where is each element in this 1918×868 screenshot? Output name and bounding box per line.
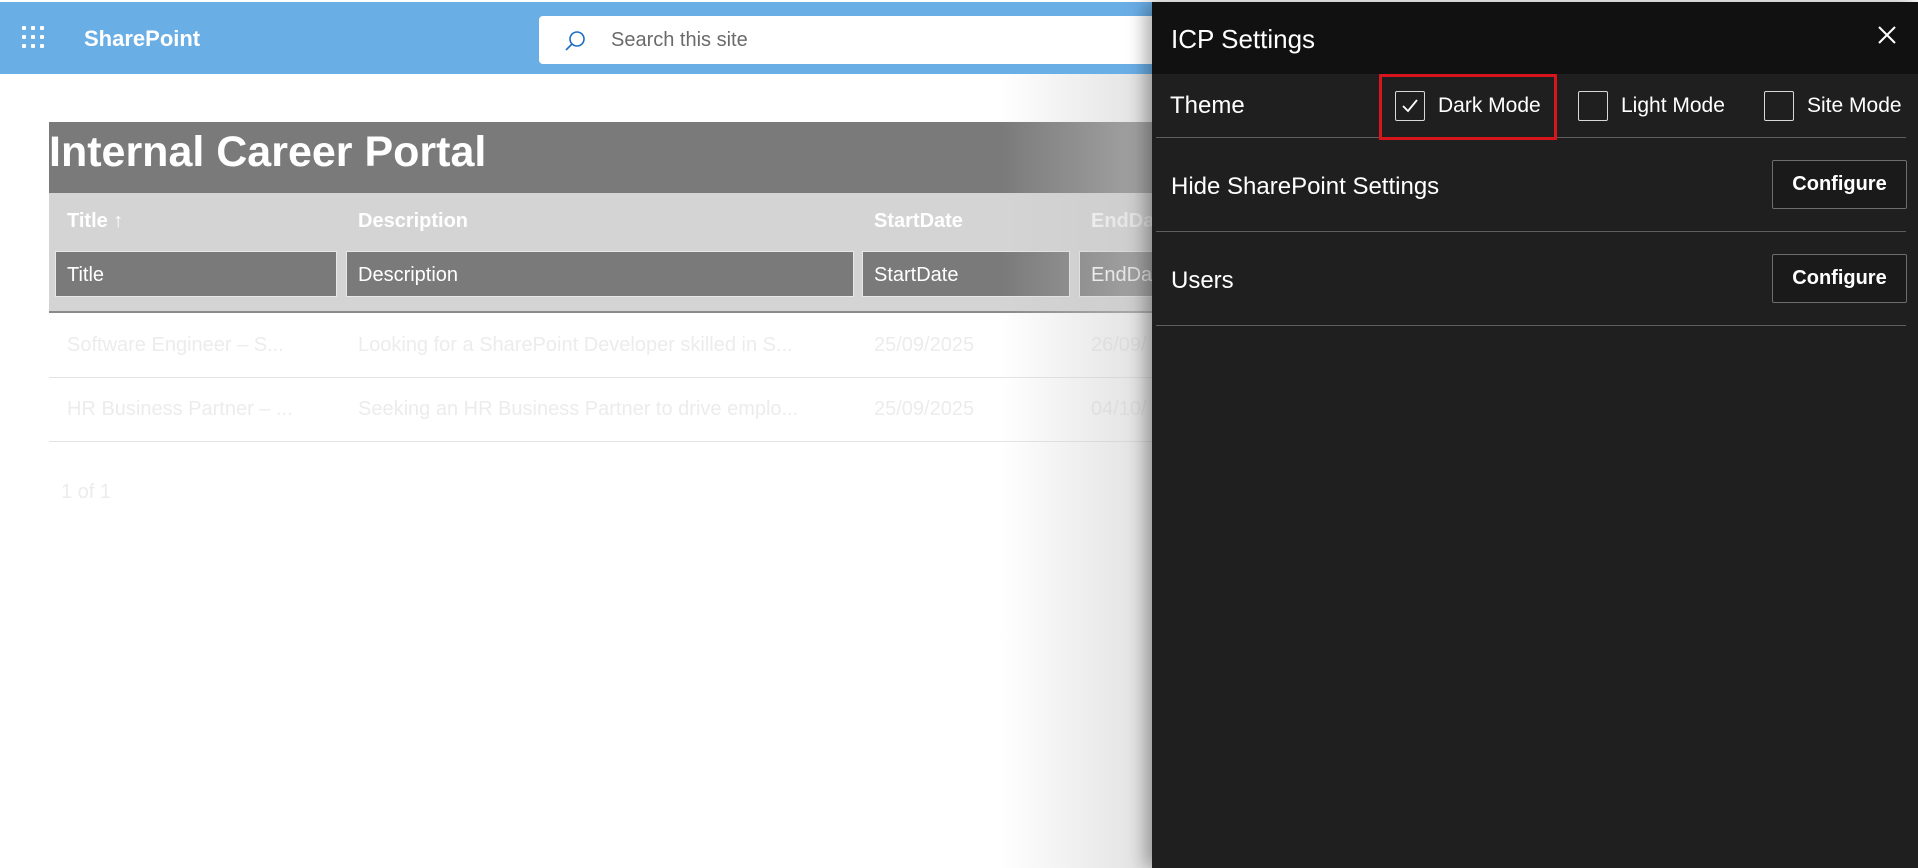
column-header-description[interactable]: Description — [358, 210, 468, 233]
table-row[interactable]: HR Business Partner – ... Seeking an HR … — [49, 378, 1249, 442]
column-header-startdate[interactable]: StartDate — [874, 210, 963, 233]
pager-status: 1 of 1 — [61, 481, 112, 503]
users-label: Users — [1171, 267, 1234, 294]
light-mode-label: Light Mode — [1621, 94, 1725, 117]
cell-end-date: 04/10/ — [1091, 398, 1147, 420]
column-header-title[interactable]: Title ↑ — [67, 210, 123, 233]
settings-panel: ICP Settings Theme Dark Mode Light Mode … — [1152, 2, 1918, 868]
cell-start-date: 25/09/2025 — [874, 398, 975, 420]
checkmark-icon — [1402, 99, 1418, 113]
users-row: Users Configure — [1156, 232, 1907, 326]
app-name[interactable]: SharePoint — [84, 26, 200, 52]
portal-title-bar: Internal Career Portal — [49, 122, 1249, 193]
search-icon — [565, 31, 585, 51]
cell-title: Software Engineer – S... — [67, 334, 284, 356]
search-box[interactable]: Search this site — [539, 16, 1179, 64]
cell-description: Seeking an HR Business Partner to drive … — [358, 398, 799, 420]
hide-sharepoint-settings-label: Hide SharePoint Settings — [1171, 173, 1440, 200]
startdate-filter-input[interactable]: StartDate — [862, 251, 1070, 297]
dark-mode-option[interactable]: Dark Mode — [1395, 74, 1541, 138]
cell-end-date: 26/09/ — [1091, 334, 1147, 356]
theme-label: Theme — [1170, 92, 1245, 119]
close-icon[interactable] — [1874, 22, 1900, 48]
page-title: Internal Career Portal — [49, 128, 487, 176]
dark-mode-checkbox[interactable] — [1395, 91, 1425, 121]
app-launcher-icon[interactable] — [22, 26, 48, 52]
hide-sharepoint-settings-row: Hide SharePoint Settings Configure — [1156, 138, 1907, 232]
configure-hide-settings-button[interactable]: Configure — [1772, 160, 1907, 209]
panel-header: ICP Settings — [1152, 2, 1918, 74]
light-mode-option[interactable]: Light Mode — [1578, 74, 1725, 138]
configure-users-button[interactable]: Configure — [1772, 254, 1907, 303]
cell-title: HR Business Partner – ... — [67, 398, 293, 420]
panel-title: ICP Settings — [1171, 24, 1316, 54]
description-filter-input[interactable]: Description — [346, 251, 854, 297]
light-mode-checkbox[interactable] — [1578, 91, 1608, 121]
cell-description: Looking for a SharePoint Developer skill… — [358, 334, 793, 356]
list-header: Title ↑ Description StartDate EndDate Ti… — [49, 193, 1249, 313]
dark-mode-label: Dark Mode — [1438, 94, 1541, 117]
theme-row: Theme Dark Mode Light Mode Site Mode — [1156, 74, 1906, 138]
site-mode-checkbox[interactable] — [1764, 91, 1794, 121]
title-filter-input[interactable]: Title — [55, 251, 337, 297]
site-mode-label: Site Mode — [1807, 94, 1902, 117]
cell-start-date: 25/09/2025 — [874, 334, 975, 356]
table-row[interactable]: Software Engineer – S... Looking for a S… — [49, 314, 1249, 378]
search-input[interactable]: Search this site — [611, 29, 748, 52]
site-mode-option[interactable]: Site Mode — [1764, 74, 1902, 138]
